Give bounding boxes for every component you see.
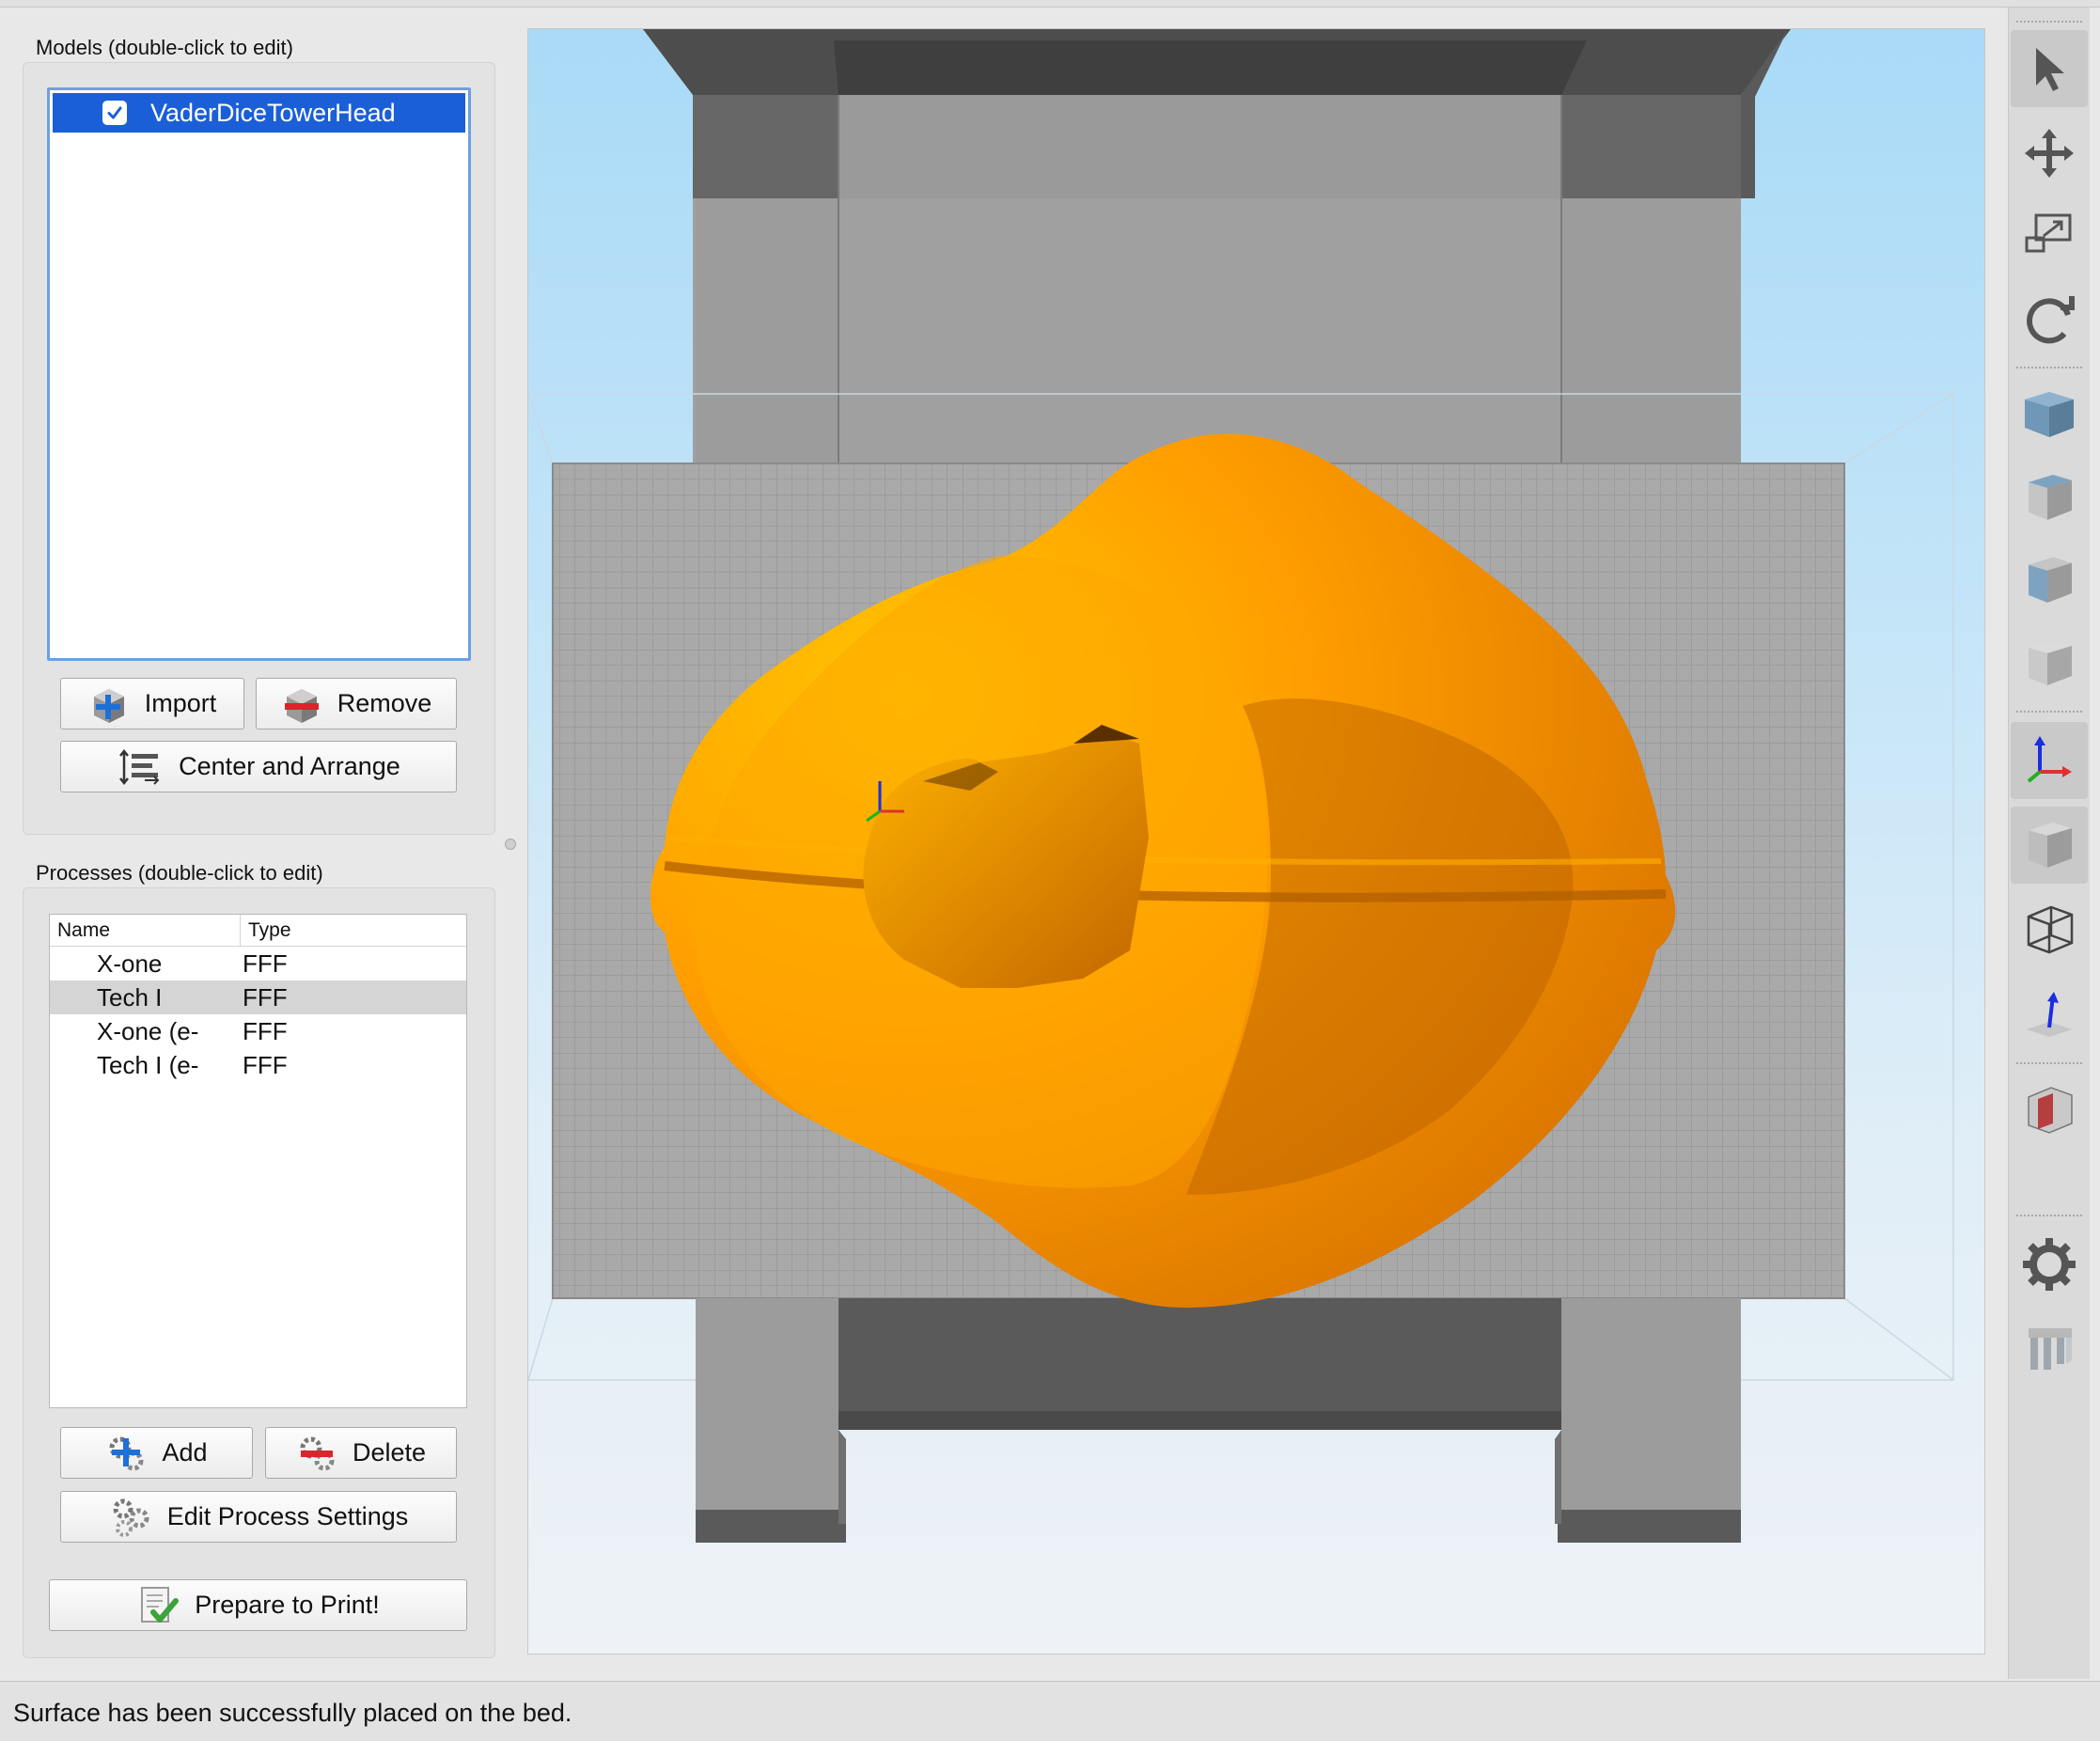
scale-icon[interactable]: [2011, 197, 2088, 274]
add-gears-icon: [105, 1433, 147, 1474]
column-header-type[interactable]: Type: [241, 919, 291, 942]
column-header-name[interactable]: Name: [50, 915, 241, 946]
processes-table[interactable]: Name Type X-one FFF Tech I FFF X-one (e-…: [49, 914, 467, 1408]
process-row[interactable]: Tech I (e-… FFF: [50, 1048, 466, 1082]
move-icon[interactable]: [2011, 115, 2088, 192]
view-front-cube-icon[interactable]: [2011, 459, 2088, 536]
model-visible-checkbox[interactable]: [102, 101, 127, 125]
edit-process-settings-button[interactable]: Edit Process Settings: [60, 1491, 457, 1543]
arrange-icon: [117, 748, 164, 786]
remove-icon: [281, 683, 322, 725]
3d-viewport[interactable]: [527, 28, 1985, 1655]
process-name: X-one: [97, 949, 163, 978]
panel-splitter-handle[interactable]: [505, 839, 516, 850]
process-settings-gears-icon: [109, 1496, 152, 1539]
processes-table-header: Name Type: [50, 915, 466, 947]
delete-gears-icon: [296, 1433, 337, 1474]
title-strip: [0, 0, 2100, 8]
process-name: X-one (e-…: [97, 1016, 200, 1045]
import-button[interactable]: Import: [60, 678, 244, 729]
solid-view-icon[interactable]: [2011, 807, 2088, 884]
rotate-icon[interactable]: [2011, 280, 2088, 357]
process-type: FFF: [243, 1050, 288, 1079]
add-process-button[interactable]: Add: [60, 1427, 253, 1479]
view-iso-cube-icon[interactable]: [2011, 376, 2088, 453]
model-name: VaderDiceTowerHead: [150, 98, 396, 127]
process-row[interactable]: X-one FFF: [50, 947, 466, 980]
models-section-label: Models (double-click to edit): [36, 36, 293, 59]
prepare-checklist-icon: [136, 1584, 180, 1627]
process-type: FFF: [243, 949, 288, 978]
view-toolbar: [2008, 8, 2090, 1679]
prepare-to-print-button[interactable]: Prepare to Print!: [49, 1579, 467, 1631]
normals-icon[interactable]: [2011, 976, 2088, 1053]
process-type: FFF: [243, 982, 288, 1012]
processes-section-label: Processes (double-click to edit): [36, 861, 323, 885]
view-side-cube-icon[interactable]: [2011, 624, 2088, 701]
view-top-cube-icon[interactable]: [2011, 541, 2088, 619]
process-type: FFF: [243, 1016, 288, 1045]
axes-icon[interactable]: [2011, 722, 2088, 799]
wireframe-view-icon[interactable]: [2011, 891, 2088, 968]
supports-icon[interactable]: [2011, 1310, 2088, 1388]
process-name: Tech I (e-…: [97, 1050, 200, 1079]
select-arrow-icon[interactable]: [2011, 30, 2088, 107]
process-name: Tech I: [97, 982, 163, 1012]
import-icon: [88, 683, 130, 725]
remove-button[interactable]: Remove: [256, 678, 457, 729]
status-bar: Surface has been successfully placed on …: [0, 1681, 2100, 1741]
delete-process-button[interactable]: Delete: [265, 1427, 457, 1479]
process-row[interactable]: X-one (e-… FFF: [50, 1014, 466, 1048]
models-list[interactable]: VaderDiceTowerHead: [47, 87, 471, 661]
process-row-selected[interactable]: Tech I FFF: [50, 980, 466, 1014]
status-message: Surface has been successfully placed on …: [13, 1699, 572, 1727]
section-cube-icon[interactable]: [2011, 1072, 2088, 1149]
checkmark-icon: [107, 106, 122, 119]
model-row-vaderdicetowerhead[interactable]: VaderDiceTowerHead: [53, 93, 465, 133]
settings-gear-icon[interactable]: [2011, 1226, 2088, 1303]
center-arrange-button[interactable]: Center and Arrange: [60, 741, 457, 792]
printer-scene: [528, 29, 1954, 1543]
